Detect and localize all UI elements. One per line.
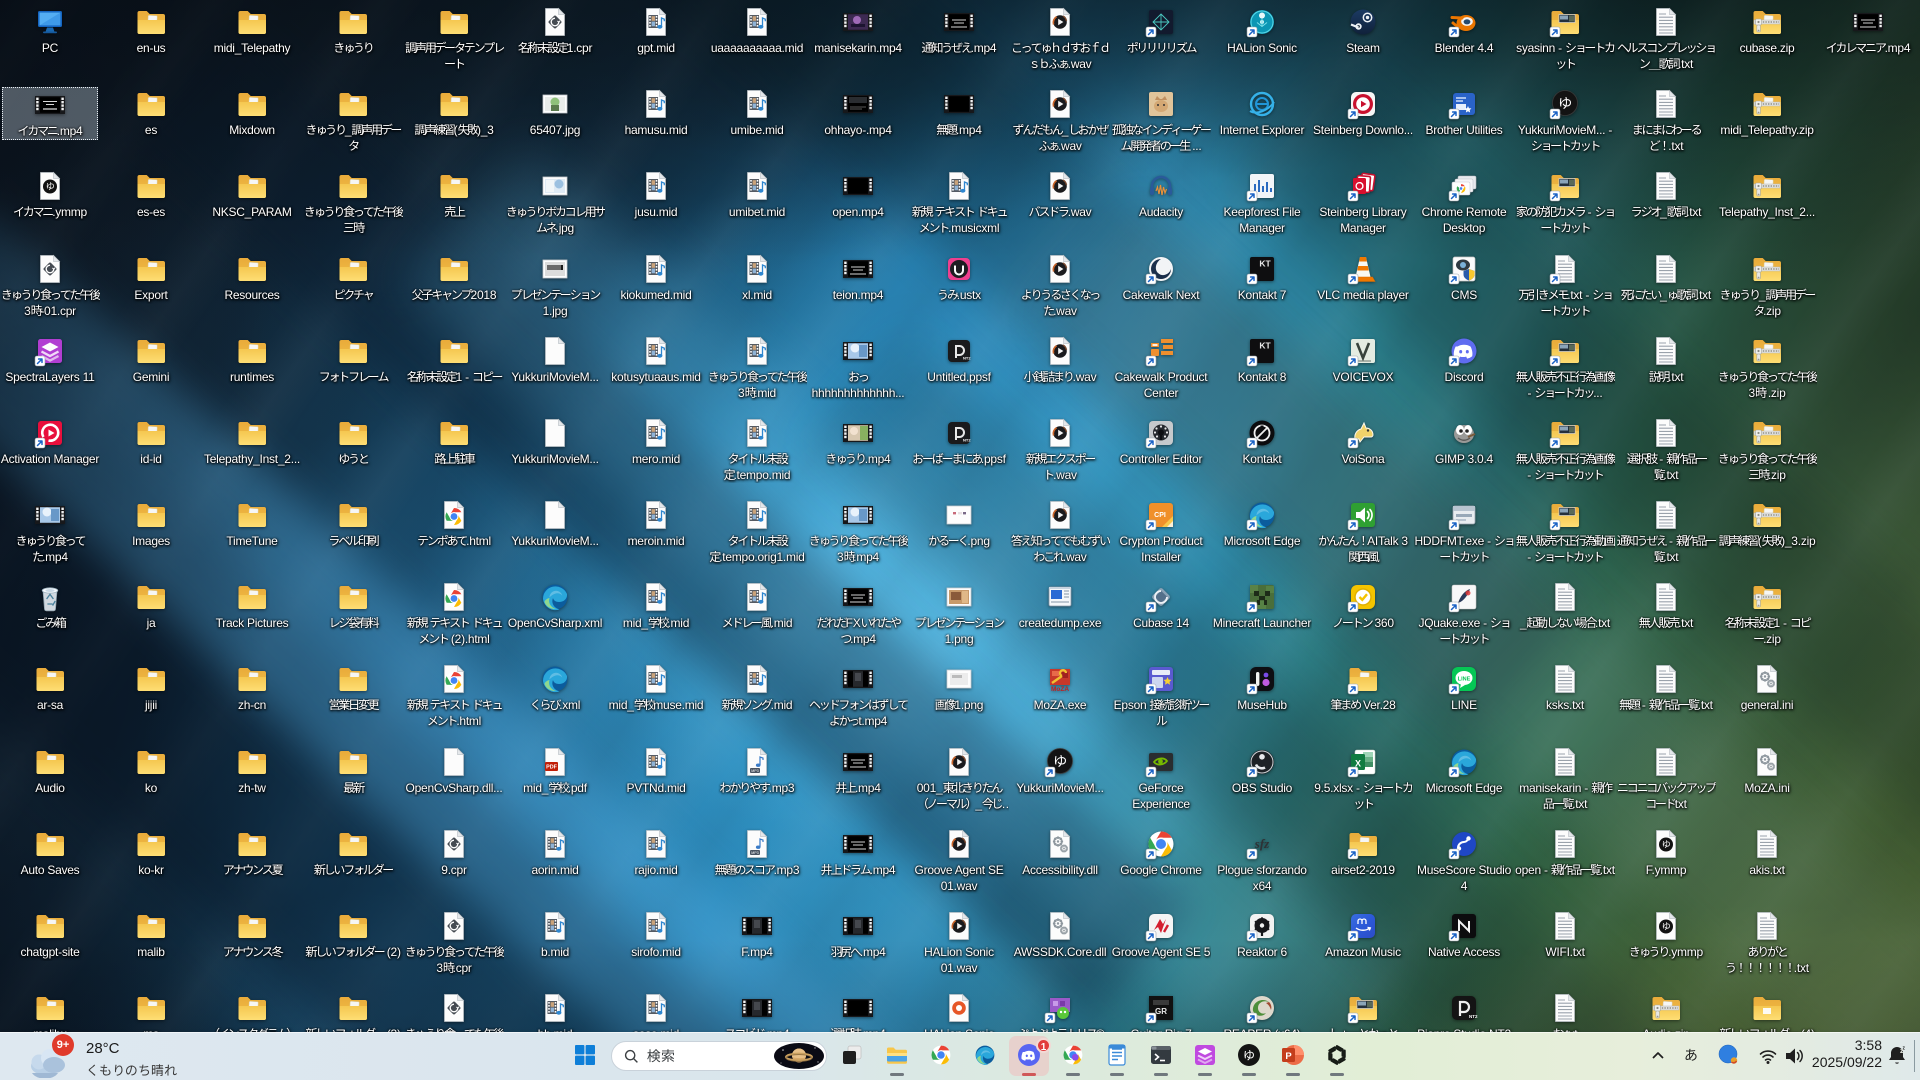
svg-text:NT2: NT2 [1469,1014,1478,1019]
svg-text:NT2: NT2 [963,438,971,443]
svg-text:ゆ: ゆ [1661,920,1670,933]
svg-text:NT2: NT2 [963,356,971,361]
svg-text:LINE: LINE [1458,677,1471,683]
svg-text:z: z [1903,1046,1906,1052]
svg-text:MP3: MP3 [751,769,758,773]
svg-text:MP3: MP3 [751,851,758,855]
svg-text:ゆ: ゆ [1661,838,1670,851]
svg-text:sfz: sfz [1254,836,1270,851]
svg-text:ゆ: ゆ [1243,1047,1255,1064]
svg-text:P: P [1285,1051,1292,1062]
svg-text:PDF: PDF [546,765,557,771]
svg-text:GR: GR [1155,1007,1167,1016]
svg-text:KT: KT [1259,259,1271,269]
svg-text:CPI: CPI [1154,512,1166,519]
svg-text:KT: KT [1259,341,1271,351]
svg-text:ゆ: ゆ [45,180,54,193]
svg-text:MoZA: MoZA [1051,686,1069,693]
